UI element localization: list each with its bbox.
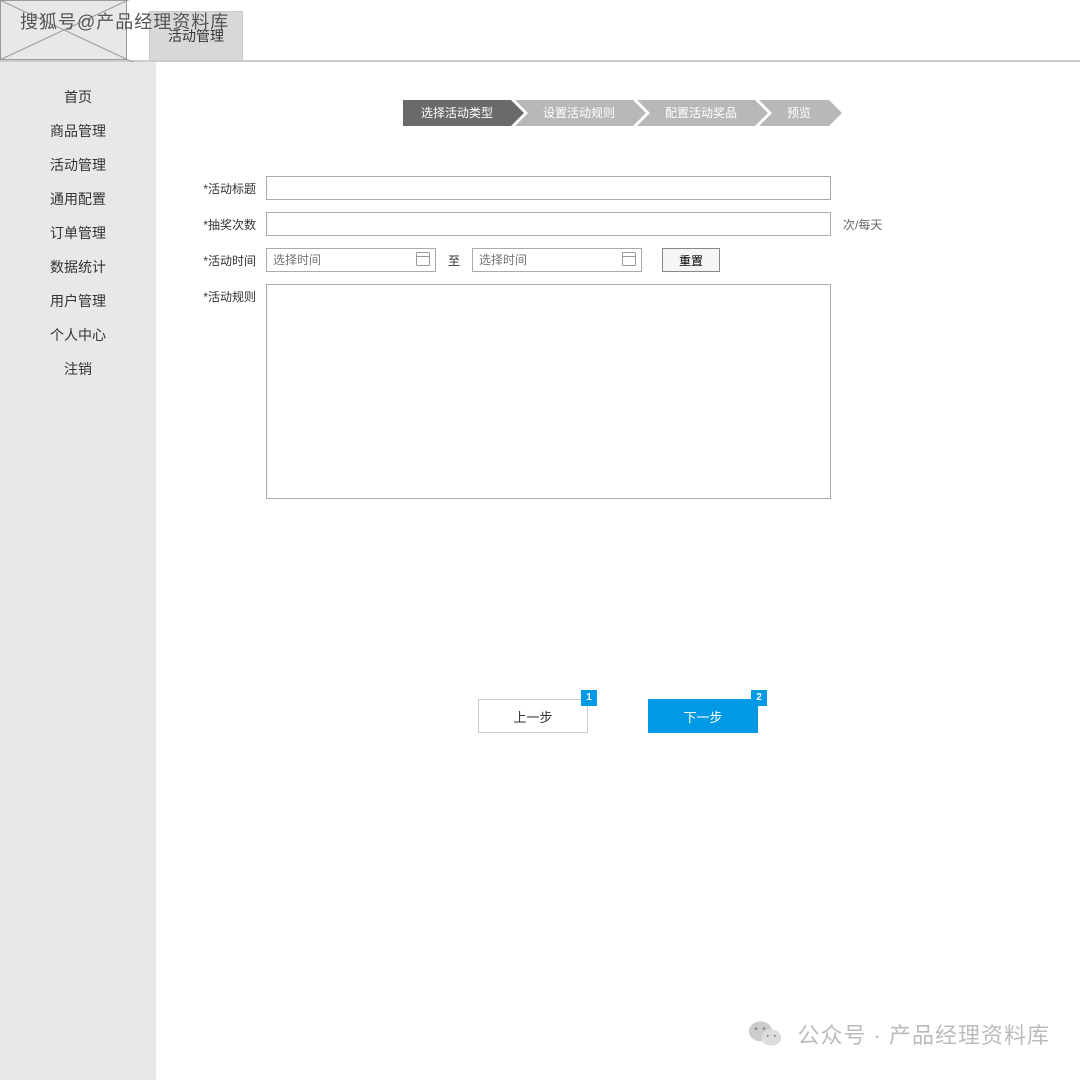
sidebar-item-product[interactable]: 商品管理 bbox=[0, 114, 156, 148]
time-separator: 至 bbox=[448, 248, 460, 269]
prev-button[interactable]: 上一步 bbox=[478, 699, 588, 733]
sidebar-item-stats[interactable]: 数据统计 bbox=[0, 250, 156, 284]
sidebar-item-profile[interactable]: 个人中心 bbox=[0, 318, 156, 352]
row-draw-count: *抽奖次数 次/每天 bbox=[196, 212, 1040, 236]
row-activity-title: *活动标题 bbox=[196, 176, 1040, 200]
step-config-prize: 配置活动奖品 bbox=[637, 100, 755, 126]
sidebar-item-order[interactable]: 订单管理 bbox=[0, 216, 156, 250]
watermark-bottom: 公众号 · 产品经理资料库 bbox=[747, 1016, 1050, 1052]
calendar-icon bbox=[622, 252, 636, 266]
sidebar-item-user[interactable]: 用户管理 bbox=[0, 284, 156, 318]
row-activity-rules: *活动规则 bbox=[196, 284, 1040, 499]
watermark-bottom-text: 公众号 · 产品经理资料库 bbox=[797, 1018, 1050, 1050]
sidebar-item-activity[interactable]: 活动管理 bbox=[0, 148, 156, 182]
badge-next: 2 bbox=[751, 690, 767, 706]
input-draw-count[interactable] bbox=[266, 212, 831, 236]
end-time-wrap bbox=[472, 248, 642, 272]
label-activity-title: *活动标题 bbox=[196, 176, 256, 197]
main-content: 选择活动类型 设置活动规则 配置活动奖品 预览 *活动标题 *抽奖次数 次/每天… bbox=[156, 62, 1080, 763]
sidebar-item-logout[interactable]: 注销 bbox=[0, 352, 156, 386]
next-button[interactable]: 下一步 bbox=[648, 699, 758, 733]
sidebar-item-home[interactable]: 首页 bbox=[0, 80, 156, 114]
next-button-wrap: 2 下一步 bbox=[648, 699, 758, 733]
sidebar: 首页 商品管理 活动管理 通用配置 订单管理 数据统计 用户管理 个人中心 注销 bbox=[0, 62, 156, 1080]
suffix-draw-count: 次/每天 bbox=[843, 212, 882, 233]
prev-button-wrap: 1 上一步 bbox=[478, 699, 588, 733]
input-activity-title[interactable] bbox=[266, 176, 831, 200]
label-activity-time: *活动时间 bbox=[196, 248, 256, 269]
step-select-type: 选择活动类型 bbox=[403, 100, 511, 126]
row-activity-time: *活动时间 至 重置 bbox=[196, 248, 1040, 272]
action-row: 1 上一步 2 下一步 bbox=[196, 699, 1040, 733]
watermark-top: 搜狐号@产品经理资料库 bbox=[20, 8, 229, 34]
wechat-icon bbox=[747, 1016, 783, 1052]
calendar-icon bbox=[416, 252, 430, 266]
input-end-time[interactable] bbox=[472, 248, 642, 272]
input-start-time[interactable] bbox=[266, 248, 436, 272]
step-preview: 预览 bbox=[759, 100, 829, 126]
label-draw-count: *抽奖次数 bbox=[196, 212, 256, 233]
reset-button[interactable]: 重置 bbox=[662, 248, 720, 272]
start-time-wrap bbox=[266, 248, 436, 272]
sidebar-item-config[interactable]: 通用配置 bbox=[0, 182, 156, 216]
step-set-rules: 设置活动规则 bbox=[515, 100, 633, 126]
label-activity-rules: *活动规则 bbox=[196, 284, 256, 305]
badge-prev: 1 bbox=[581, 690, 597, 706]
textarea-activity-rules[interactable] bbox=[266, 284, 831, 499]
step-progress: 选择活动类型 设置活动规则 配置活动奖品 预览 bbox=[196, 100, 1040, 126]
